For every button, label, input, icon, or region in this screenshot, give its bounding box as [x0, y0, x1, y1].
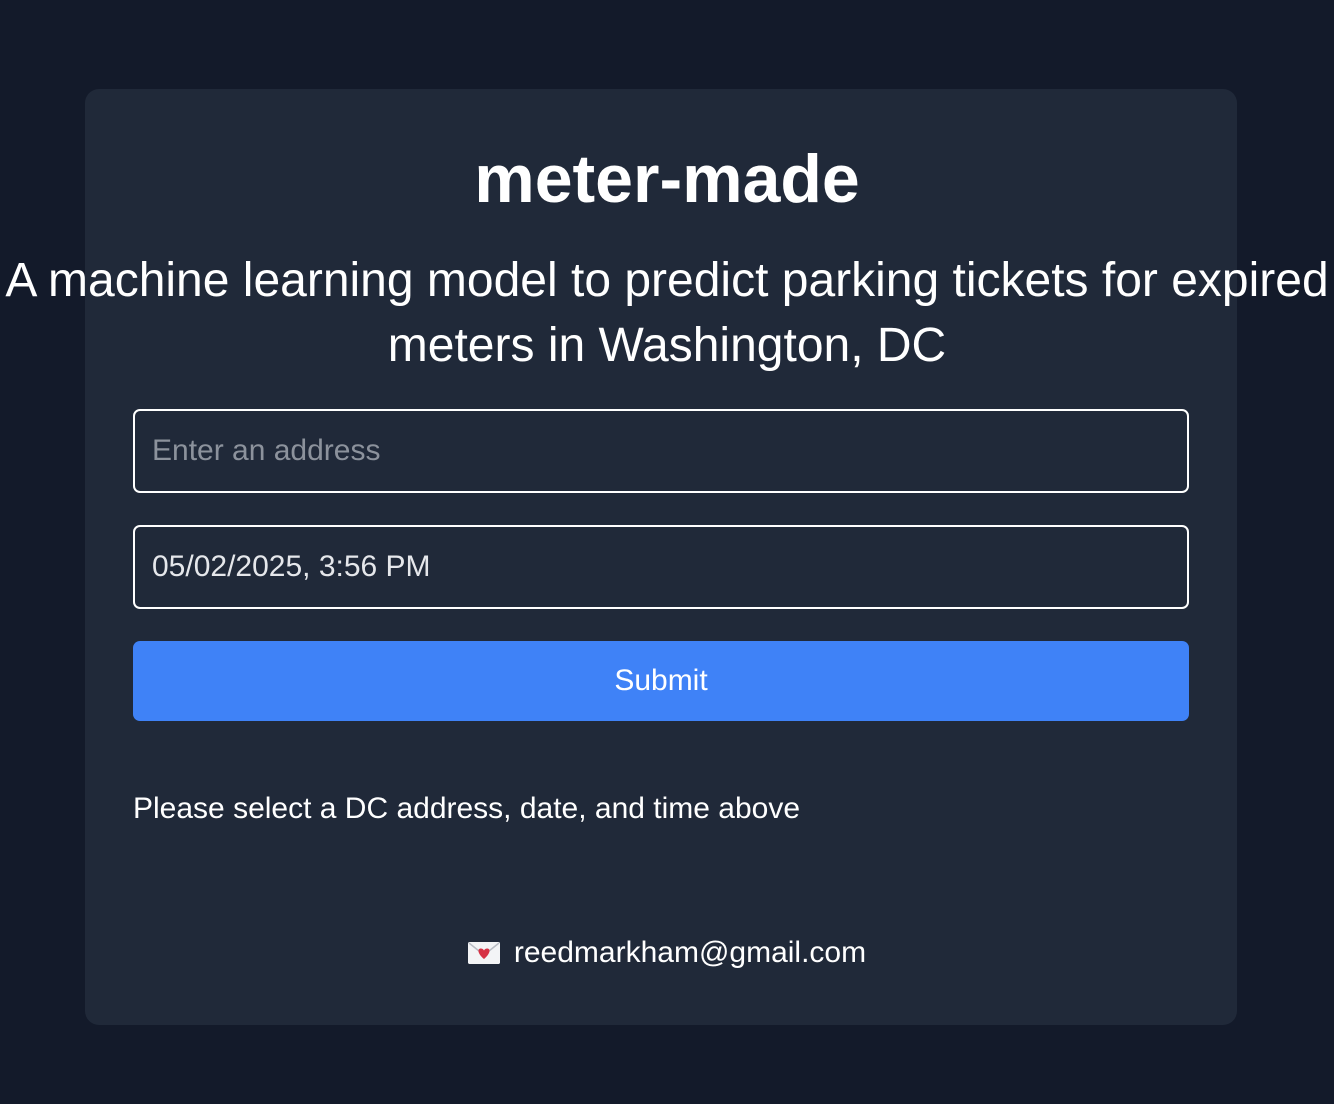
status-message: Please select a DC address, date, and ti…: [133, 792, 801, 825]
page-subtitle: A machine learning model to predict park…: [5, 254, 1329, 372]
page-title: meter-made: [474, 141, 860, 217]
address-input[interactable]: [133, 409, 1189, 493]
email-link[interactable]: reedmarkham@gmail.com: [514, 936, 866, 969]
submit-button[interactable]: Submit: [133, 641, 1189, 721]
love-letter-icon: [467, 942, 500, 964]
footer: reedmarkham@gmail.com: [0, 933, 1334, 973]
datetime-input[interactable]: [133, 525, 1189, 609]
